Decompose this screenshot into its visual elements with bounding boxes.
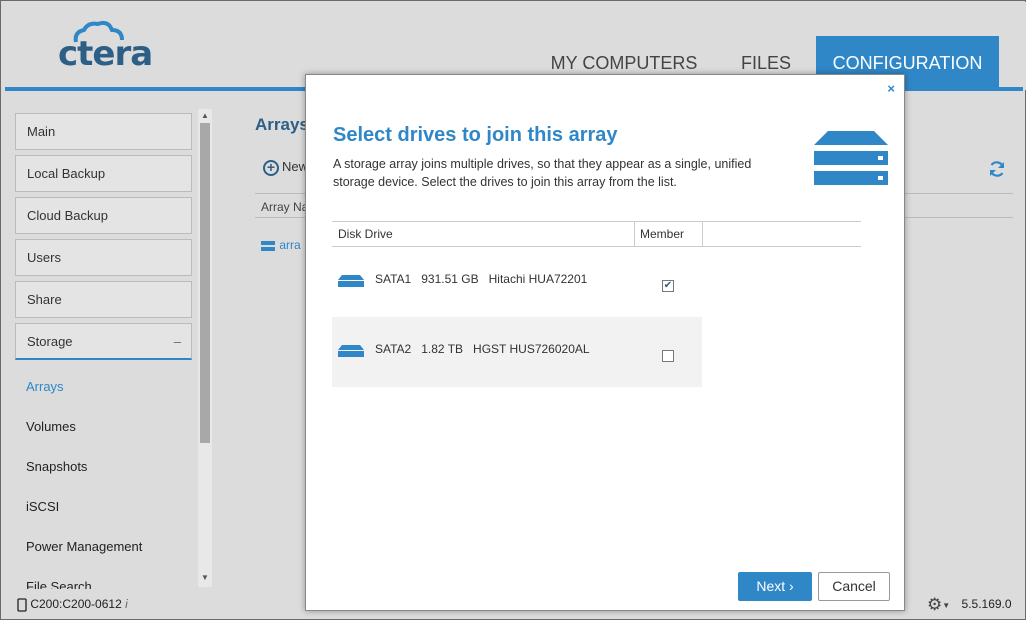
close-icon[interactable]: × bbox=[887, 81, 895, 96]
scroll-down-icon[interactable]: ▼ bbox=[201, 573, 209, 582]
member-checkbox[interactable]: ✔ bbox=[662, 280, 674, 292]
new-array-button[interactable]: + New bbox=[263, 159, 308, 176]
sidebar-item-label: Storage bbox=[27, 334, 73, 349]
array-row-label: arra bbox=[279, 238, 301, 252]
sidebar-item-share[interactable]: Share bbox=[15, 281, 192, 318]
scroll-up-icon[interactable]: ▲ bbox=[201, 111, 209, 120]
sidebar: Main Local Backup Cloud Backup Users Sha… bbox=[13, 111, 213, 589]
table-header: Disk Drive Member bbox=[332, 221, 861, 247]
sidebar-subitem-arrays[interactable]: Arrays bbox=[26, 379, 64, 394]
sidebar-subitem-iscsi[interactable]: iSCSI bbox=[26, 499, 59, 514]
sidebar-subitem-snapshots[interactable]: Snapshots bbox=[26, 459, 87, 474]
footer-status: ⚙▼ 5.5.169.0 bbox=[927, 595, 1012, 615]
sidebar-item-main[interactable]: Main bbox=[15, 113, 192, 150]
logo-text: ctera bbox=[58, 34, 153, 74]
sidebar-item-local-backup[interactable]: Local Backup bbox=[15, 155, 192, 192]
table-row[interactable]: SATA1 931.51 GB Hitachi HUA72201 ✔ bbox=[332, 247, 702, 317]
scroll-thumb[interactable] bbox=[200, 123, 210, 443]
drive-label: SATA1 931.51 GB Hitachi HUA72201 bbox=[375, 272, 588, 286]
cancel-button[interactable]: Cancel bbox=[818, 572, 890, 601]
column-header-disk-drive[interactable]: Disk Drive bbox=[332, 222, 634, 246]
drive-icon bbox=[261, 240, 275, 251]
next-button[interactable]: Next › bbox=[738, 572, 812, 601]
sidebar-item-storage[interactable]: Storage – bbox=[15, 323, 192, 360]
device-name: C200:C200-0612 bbox=[30, 597, 122, 611]
drive-icon bbox=[338, 275, 364, 287]
ctera-logo: ctera bbox=[58, 20, 158, 74]
collapse-icon: – bbox=[173, 334, 181, 349]
sidebar-item-cloud-backup[interactable]: Cloud Backup bbox=[15, 197, 192, 234]
app-window: ctera MY COMPUTERS FILES CONFIGURATION M… bbox=[0, 0, 1026, 620]
sidebar-subitem-file-search[interactable]: File Search bbox=[26, 579, 92, 589]
dialog-description: A storage array joins multiple drives, s… bbox=[333, 157, 752, 189]
page-title: Arrays bbox=[255, 115, 309, 134]
sidebar-scrollbar[interactable]: ▲ ▼ bbox=[198, 109, 212, 587]
gear-icon[interactable]: ⚙ bbox=[927, 595, 942, 614]
refresh-icon[interactable] bbox=[987, 159, 1007, 185]
chevron-down-icon[interactable]: ▼ bbox=[942, 601, 950, 610]
table-row[interactable]: SATA2 1.82 TB HGST HUS726020AL bbox=[332, 317, 702, 387]
sidebar-subitem-volumes[interactable]: Volumes bbox=[26, 419, 76, 434]
dialog-title: Select drives to join this array bbox=[333, 124, 618, 146]
drive-icon bbox=[338, 345, 364, 357]
drive-label: SATA2 1.82 TB HGST HUS726020AL bbox=[375, 342, 590, 356]
device-icon bbox=[17, 598, 27, 612]
version-label: 5.5.169.0 bbox=[961, 597, 1012, 612]
plus-icon: + bbox=[263, 159, 279, 176]
sidebar-subitem-power-management[interactable]: Power Management bbox=[26, 539, 142, 554]
sidebar-item-users[interactable]: Users bbox=[15, 239, 192, 276]
info-icon[interactable]: i bbox=[125, 597, 128, 611]
storage-array-icon bbox=[814, 131, 888, 192]
column-separator bbox=[702, 222, 703, 246]
member-checkbox[interactable] bbox=[662, 350, 674, 362]
column-header-member[interactable]: Member bbox=[634, 222, 702, 246]
device-info: C200:C200-0612 i bbox=[17, 597, 128, 612]
array-row[interactable]: arra bbox=[260, 238, 301, 252]
column-header-array-name[interactable]: Array Na bbox=[261, 200, 308, 214]
select-drives-dialog: × Select drives to join this array A sto… bbox=[305, 74, 905, 611]
